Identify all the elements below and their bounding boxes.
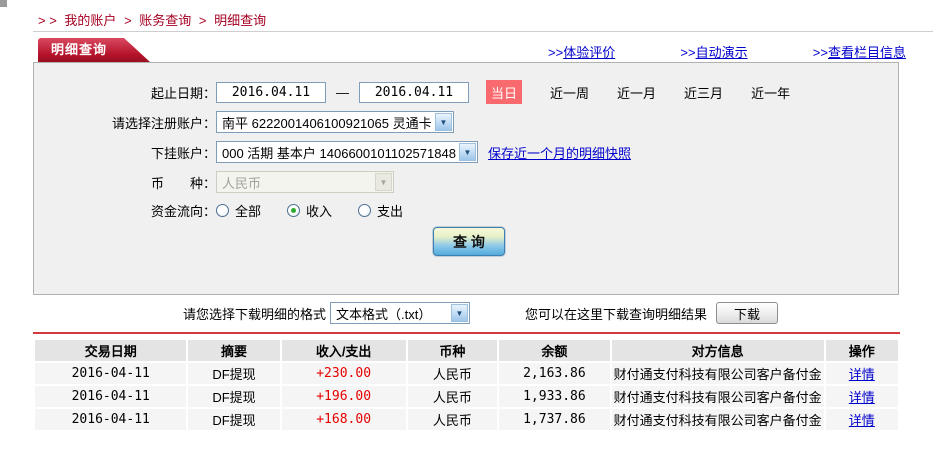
download-format-label: 请您选择下载明细的格式	[183, 306, 327, 322]
fund-flow-income-radio[interactable]: 收入	[287, 201, 332, 220]
transaction-table: 交易日期 摘要 收入/支出 币种 余额 对方信息 操作 2016-04-11 D…	[33, 338, 900, 432]
quick-range-today-button[interactable]: 当日	[486, 80, 523, 104]
date-range-label: 起止日期：	[150, 85, 216, 101]
date-range-dash: —	[336, 84, 349, 100]
experience-rating-link[interactable]: >>体验评价	[548, 42, 615, 61]
cell-amount: +196.00	[281, 386, 406, 407]
fund-flow-label: 资金流向：	[150, 203, 216, 219]
sub-account-select[interactable]: 000 活期 基本户 1406600101102571848 ▼	[216, 141, 478, 163]
chevron-down-icon: ▼	[435, 113, 452, 131]
quick-range-week-button[interactable]: 近一周	[550, 83, 589, 102]
cell-currency: 人民币	[407, 386, 498, 407]
col-header-action: 操作	[825, 340, 898, 361]
chevron-down-icon: ▼	[459, 143, 476, 161]
radio-icon[interactable]	[358, 203, 372, 217]
cell-counterparty: 财付通支付科技有限公司客户备付金	[611, 386, 824, 407]
cell-summary: DF提现	[188, 409, 280, 430]
breadcrumb-prefix: > >	[38, 13, 57, 28]
breadcrumb-separator: >	[124, 13, 132, 28]
table-row: 2016-04-11 DF提现 +196.00 人民币 1,933.86 财付通…	[35, 386, 898, 407]
cell-currency: 人民币	[407, 409, 498, 430]
download-button[interactable]: 下载	[716, 302, 779, 324]
start-date-input[interactable]	[216, 81, 326, 103]
register-account-select[interactable]: 南平 6222001406100921065 灵通卡 ▼	[216, 111, 454, 133]
cell-date: 2016-04-11	[35, 386, 187, 407]
table-row: 2016-04-11 DF提现 +230.00 人民币 2,163.86 财付通…	[35, 363, 898, 384]
col-header-counterparty: 对方信息	[611, 340, 824, 361]
radio-icon[interactable]	[287, 203, 301, 217]
auto-demo-link[interactable]: >>自动演示	[680, 42, 747, 61]
cell-summary: DF提现	[188, 363, 280, 384]
download-format-select[interactable]: 文本格式（.txt） ▼	[330, 302, 471, 324]
breadcrumb-item-detail-query[interactable]: 明细查询	[214, 13, 266, 28]
register-account-row: 请选择注册账户： 南平 6222001406100921065 灵通卡 ▼	[34, 110, 898, 134]
sub-account-label: 下挂账户：	[150, 145, 216, 161]
query-button[interactable]: 查 询	[433, 227, 505, 256]
sub-account-value: 000 活期 基本户 1406600101102571848	[222, 145, 456, 161]
col-header-amount: 收入/支出	[281, 340, 406, 361]
breadcrumb: > > 我的账户 > 账务查询 > 明细查询	[38, 10, 270, 29]
breadcrumb-item-my-account[interactable]: 我的账户	[64, 13, 116, 28]
cell-balance: 1,737.86	[499, 409, 610, 430]
quick-range-year-button[interactable]: 近一年	[751, 83, 790, 102]
date-range-row: 起止日期： — 当日 近一周 近一月 近三月 近一年	[34, 80, 898, 104]
breadcrumb-item-account-query[interactable]: 账务查询	[139, 13, 191, 28]
end-date-input[interactable]	[359, 81, 469, 103]
table-row: 2016-04-11 DF提现 +168.00 人民币 1,737.86 财付通…	[35, 409, 898, 430]
download-hint-text: 您可以在这里下载查询明细结果	[525, 306, 708, 322]
window-corner-artifact	[0, 0, 7, 7]
register-account-value: 南平 6222001406100921065 灵通卡	[222, 115, 432, 131]
fund-flow-all-label: 全部	[235, 203, 262, 219]
cell-amount: +230.00	[281, 363, 406, 384]
sub-account-row: 下挂账户： 000 活期 基本户 1406600101102571848 ▼ 保…	[34, 140, 898, 164]
detail-query-page: > > 我的账户 > 账务查询 > 明细查询 明细查询 >>体验评价 >>自动演…	[0, 0, 933, 463]
currency-row: 币 种： 人民币 ▼	[34, 170, 898, 194]
cell-currency: 人民币	[407, 363, 498, 384]
detail-link[interactable]: 详情	[849, 413, 875, 428]
register-account-label: 请选择注册账户：	[111, 115, 216, 131]
currency-label: 币 种：	[150, 175, 216, 191]
column-info-link[interactable]: >>查看栏目信息	[813, 42, 906, 61]
fund-flow-expense-label: 支出	[377, 203, 404, 219]
section-divider-red	[33, 332, 900, 334]
cell-amount: +168.00	[281, 409, 406, 430]
download-format-value: 文本格式（.txt）	[336, 306, 432, 322]
header-links: >>体验评价 >>自动演示 >>查看栏目信息	[548, 42, 906, 61]
save-snapshot-link[interactable]: 保存近一个月的明细快照	[488, 143, 631, 162]
fund-flow-income-label: 收入	[306, 203, 333, 219]
quick-range-month-button[interactable]: 近一月	[617, 83, 656, 102]
col-header-currency: 币种	[407, 340, 498, 361]
download-row: 请您选择下载明细的格式 文本格式（.txt） ▼ 您可以在这里下载查询明细结果 …	[33, 301, 900, 325]
link-prefix: >>	[548, 45, 564, 60]
cell-balance: 2,163.86	[499, 363, 610, 384]
col-header-summary: 摘要	[188, 340, 280, 361]
radio-icon[interactable]	[216, 203, 229, 217]
detail-link[interactable]: 详情	[849, 367, 875, 382]
page-title-tab: 明细查询	[38, 38, 150, 62]
fund-flow-expense-radio[interactable]: 支出	[358, 201, 403, 220]
fund-flow-row: 资金流向： 全部 收入 支出	[34, 198, 898, 222]
query-form-panel: 起止日期： — 当日 近一周 近一月 近三月 近一年 请选择注册账户： 南平 6…	[33, 62, 899, 295]
link-prefix: >>	[680, 45, 696, 60]
breadcrumb-separator: >	[198, 13, 207, 28]
currency-value: 人民币	[222, 175, 262, 191]
fund-flow-all-radio[interactable]: 全部	[216, 201, 261, 220]
link-prefix: >>	[812, 45, 828, 60]
quick-range-3month-button[interactable]: 近三月	[684, 83, 723, 102]
chevron-down-icon: ▼	[451, 304, 469, 322]
currency-select: 人民币 ▼	[216, 171, 394, 193]
chevron-down-icon: ▼	[375, 173, 392, 191]
cell-counterparty: 财付通支付科技有限公司客户备付金	[611, 363, 824, 384]
col-header-date: 交易日期	[35, 340, 187, 361]
col-header-balance: 余额	[499, 340, 610, 361]
cell-date: 2016-04-11	[35, 363, 187, 384]
cell-counterparty: 财付通支付科技有限公司客户备付金	[611, 409, 824, 430]
detail-link[interactable]: 详情	[849, 390, 875, 405]
cell-balance: 1,933.86	[499, 386, 610, 407]
breadcrumb-divider	[33, 31, 933, 32]
cell-date: 2016-04-11	[35, 409, 187, 430]
cell-summary: DF提现	[188, 386, 280, 407]
table-header-row: 交易日期 摘要 收入/支出 币种 余额 对方信息 操作	[35, 340, 898, 361]
